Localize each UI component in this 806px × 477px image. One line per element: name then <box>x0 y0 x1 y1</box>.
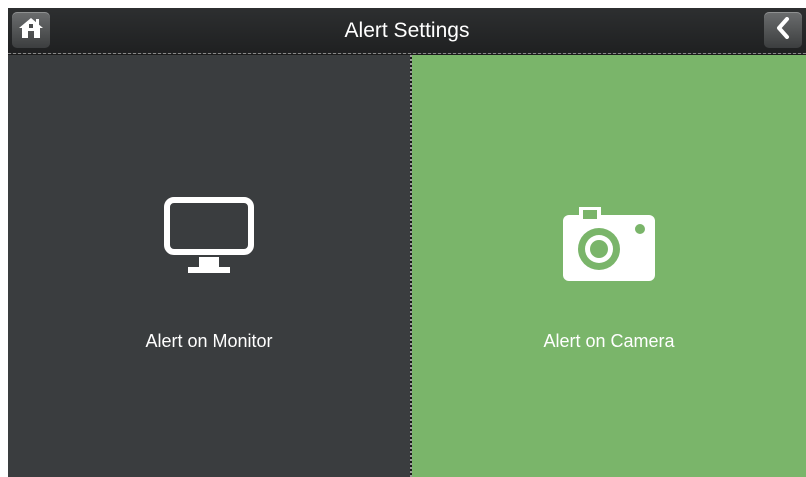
home-button[interactable] <box>12 12 50 48</box>
camera-icon <box>563 207 655 286</box>
back-button[interactable] <box>764 12 802 48</box>
alert-on-monitor-option[interactable]: Alert on Monitor <box>8 55 410 477</box>
alert-on-camera-label: Alert on Camera <box>543 331 675 351</box>
chevron-left-icon <box>775 16 791 44</box>
monitor-icon <box>164 197 254 282</box>
alert-settings-screen: Alert Settings Alert on Monitor Alert on… <box>8 8 806 477</box>
page-title: Alert Settings <box>344 19 470 42</box>
alert-on-camera-option[interactable]: Alert on Camera <box>412 55 806 477</box>
header-bar: Alert Settings <box>8 8 806 54</box>
home-icon <box>18 16 44 45</box>
alert-on-monitor-label: Alert on Monitor <box>145 331 273 351</box>
